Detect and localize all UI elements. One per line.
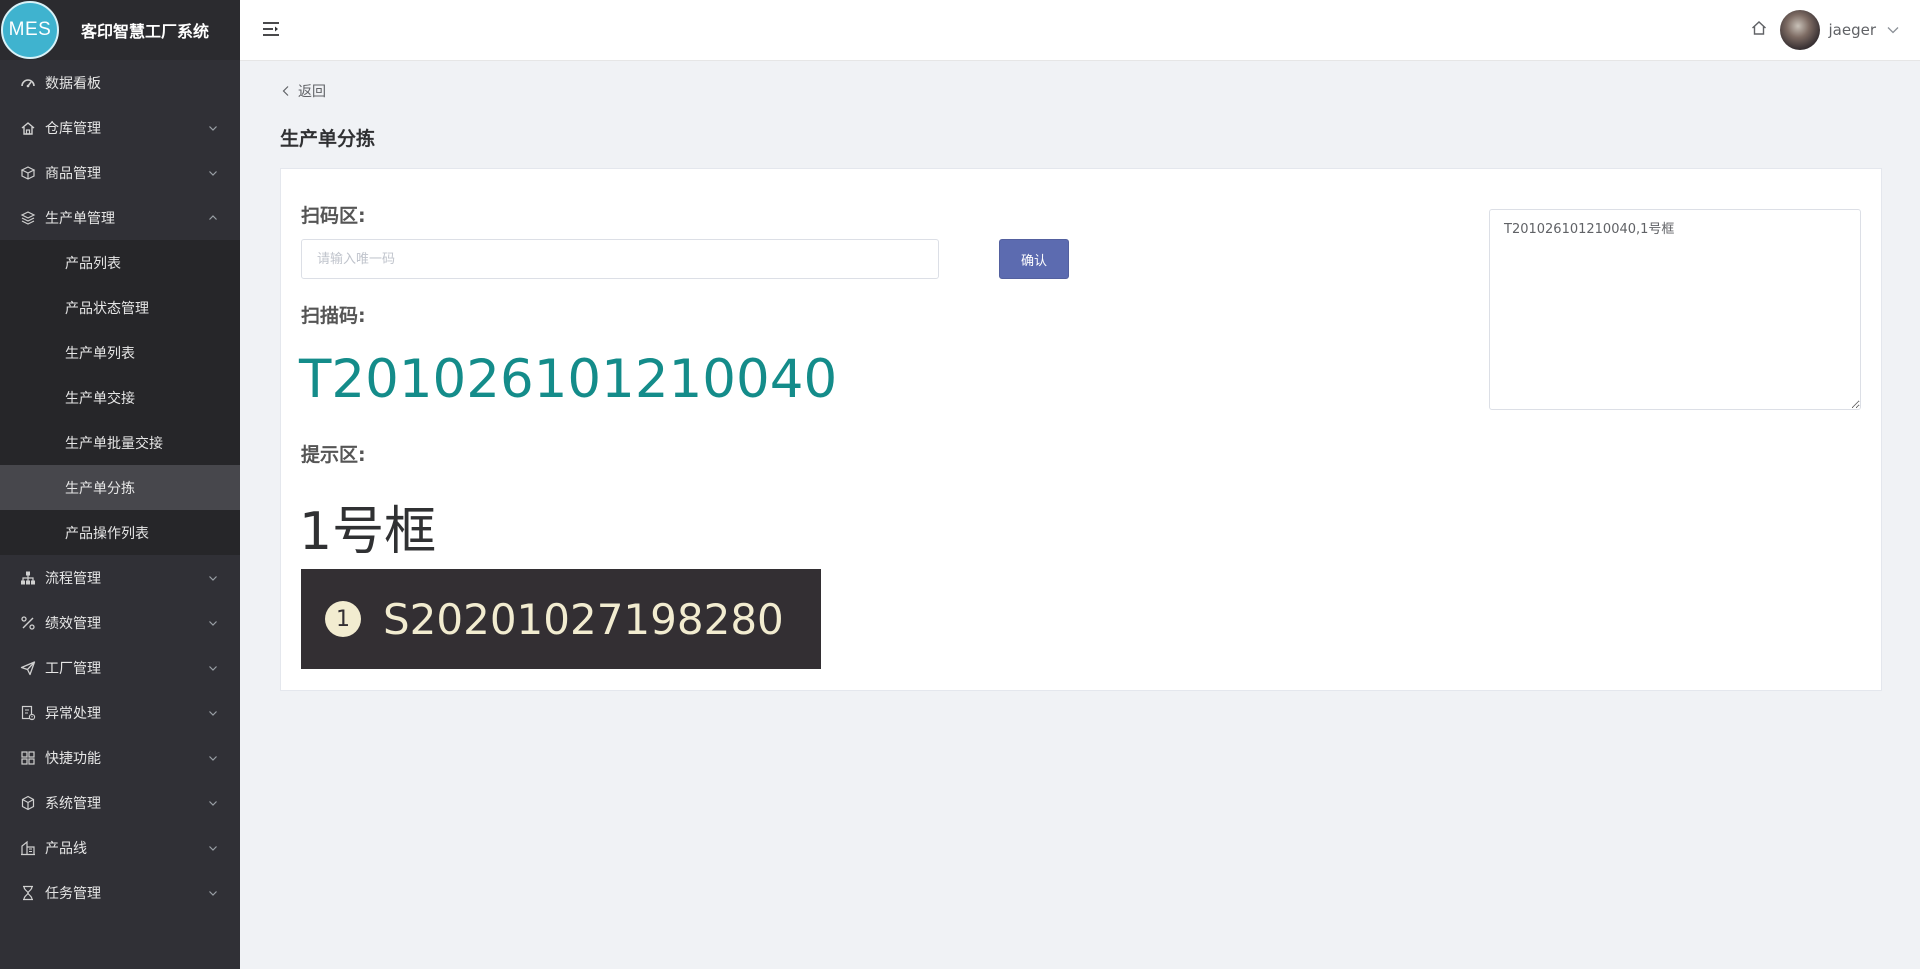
sidebar-item-factory[interactable]: 工厂管理: [0, 645, 240, 690]
chevron-down-icon: [206, 121, 220, 135]
sort-index-badge: 1: [325, 601, 361, 637]
logo-bar: MES 客印智慧工厂系统: [0, 0, 240, 60]
layers-icon: [19, 209, 37, 227]
sidebar-item-label: 绩效管理: [45, 615, 101, 632]
sidebar-item-label: 系统管理: [45, 795, 101, 812]
cube-icon: [19, 794, 37, 812]
sort-order-code: S20201027198280: [383, 594, 784, 644]
avatar: [1780, 10, 1821, 50]
chevron-left-icon: [280, 85, 292, 97]
chevron-down-icon: [206, 751, 220, 765]
chevron-up-icon: [206, 211, 220, 225]
submenu-item-batch-handover[interactable]: 生产单批量交接: [0, 420, 240, 465]
sidebar-item-exceptions[interactable]: 异常处理: [0, 690, 240, 735]
user-menu[interactable]: jaeger: [1780, 10, 1900, 50]
sidebar-item-label: 数据看板: [45, 75, 101, 92]
sidebar-item-label: 异常处理: [45, 705, 101, 722]
scanned-code-label: 扫描码:: [301, 305, 366, 327]
production-submenu: 产品列表 产品状态管理 生产单列表 生产单交接 生产单批量交接 生产单分拣 产品…: [0, 240, 240, 555]
sidebar-item-label: 商品管理: [45, 165, 101, 182]
mes-logo: MES: [1, 1, 59, 59]
hint-value: 1号框: [299, 502, 437, 562]
chevron-down-icon: [206, 166, 220, 180]
sidebar-item-label: 快捷功能: [45, 750, 101, 767]
submenu-item-product-status[interactable]: 产品状态管理: [0, 285, 240, 330]
sidebar-menu: 数据看板 仓库管理 商品管理 生产单管理 产品列表 产品状态管理 生产单列表 生…: [0, 60, 240, 915]
top-header: jaeger: [240, 0, 1920, 61]
submenu-item-label: 生产单批量交接: [65, 435, 163, 452]
sidebar-item-production-orders[interactable]: 生产单管理: [0, 195, 240, 240]
chevron-down-icon: [1886, 23, 1900, 37]
chevron-down-icon: [206, 886, 220, 900]
chevron-down-icon: [206, 796, 220, 810]
grid-icon: [19, 749, 37, 767]
sidebar-item-label: 工厂管理: [45, 660, 101, 677]
sorting-card: 扫码区: 确认 扫描码: T201026101210040 提示区: 1号框 1…: [280, 168, 1882, 691]
building-icon: [19, 839, 37, 857]
sitemap-icon: [19, 569, 37, 587]
warning-doc-icon: [19, 704, 37, 722]
sidebar-item-goods[interactable]: 商品管理: [0, 150, 240, 195]
sidebar-item-dashboard[interactable]: 数据看板: [0, 60, 240, 105]
submenu-item-label: 生产单列表: [65, 345, 135, 362]
sidebar-item-label: 生产单管理: [45, 210, 115, 227]
home-icon[interactable]: [1750, 19, 1770, 39]
sort-result-box: 1 S20201027198280: [301, 569, 821, 669]
sidebar-item-performance[interactable]: 绩效管理: [0, 600, 240, 645]
submenu-item-operation-list[interactable]: 产品操作列表: [0, 510, 240, 555]
confirm-button[interactable]: 确认: [999, 239, 1069, 279]
sidebar-item-label: 流程管理: [45, 570, 101, 587]
dashboard-icon: [19, 74, 37, 92]
hint-area-label: 提示区:: [301, 444, 366, 466]
chevron-down-icon: [206, 706, 220, 720]
username: jaeger: [1828, 21, 1876, 39]
main-content: 返回 生产单分拣 扫码区: 确认 扫描码: T201026101210040 提…: [240, 61, 1920, 969]
box-icon: [19, 164, 37, 182]
submenu-item-label: 生产单交接: [65, 390, 135, 407]
send-icon: [19, 659, 37, 677]
sidebar-item-warehouse[interactable]: 仓库管理: [0, 105, 240, 150]
menu-fold-icon[interactable]: [262, 20, 282, 40]
submenu-item-product-list[interactable]: 产品列表: [0, 240, 240, 285]
submenu-item-label: 产品状态管理: [65, 300, 149, 317]
chevron-down-icon: [206, 661, 220, 675]
sidebar-item-system[interactable]: 系统管理: [0, 780, 240, 825]
sidebar-item-label: 产品线: [45, 840, 87, 857]
sidebar-item-tasks[interactable]: 任务管理: [0, 870, 240, 915]
chevron-down-icon: [206, 616, 220, 630]
submenu-item-label: 产品操作列表: [65, 525, 149, 542]
submenu-item-order-list[interactable]: 生产单列表: [0, 330, 240, 375]
hourglass-icon: [19, 884, 37, 902]
app-title: 客印智慧工厂系统: [81, 22, 210, 41]
back-label: 返回: [298, 84, 326, 100]
percent-icon: [19, 614, 37, 632]
submenu-item-order-sorting[interactable]: 生产单分拣: [0, 465, 240, 510]
chevron-down-icon: [206, 841, 220, 855]
sidebar: MES 客印智慧工厂系统 数据看板 仓库管理 商品管理 生产单管理 产品列表 产…: [0, 0, 240, 969]
sidebar-item-process[interactable]: 流程管理: [0, 555, 240, 600]
back-link[interactable]: 返回: [280, 81, 326, 101]
scan-log-textarea[interactable]: T201026101210040,1号框: [1489, 209, 1861, 410]
scanned-code-value: T201026101210040: [299, 349, 838, 410]
chevron-down-icon: [206, 571, 220, 585]
sidebar-item-shortcuts[interactable]: 快捷功能: [0, 735, 240, 780]
unique-code-input[interactable]: [301, 239, 939, 279]
scan-area-label: 扫码区:: [301, 205, 366, 227]
submenu-item-label: 生产单分拣: [65, 480, 135, 497]
submenu-item-order-handover[interactable]: 生产单交接: [0, 375, 240, 420]
sidebar-item-label: 仓库管理: [45, 120, 101, 137]
sidebar-item-label: 任务管理: [45, 885, 101, 902]
page-title: 生产单分拣: [280, 128, 376, 150]
sidebar-item-product-line[interactable]: 产品线: [0, 825, 240, 870]
home-icon: [19, 119, 37, 137]
submenu-item-label: 产品列表: [65, 255, 121, 272]
